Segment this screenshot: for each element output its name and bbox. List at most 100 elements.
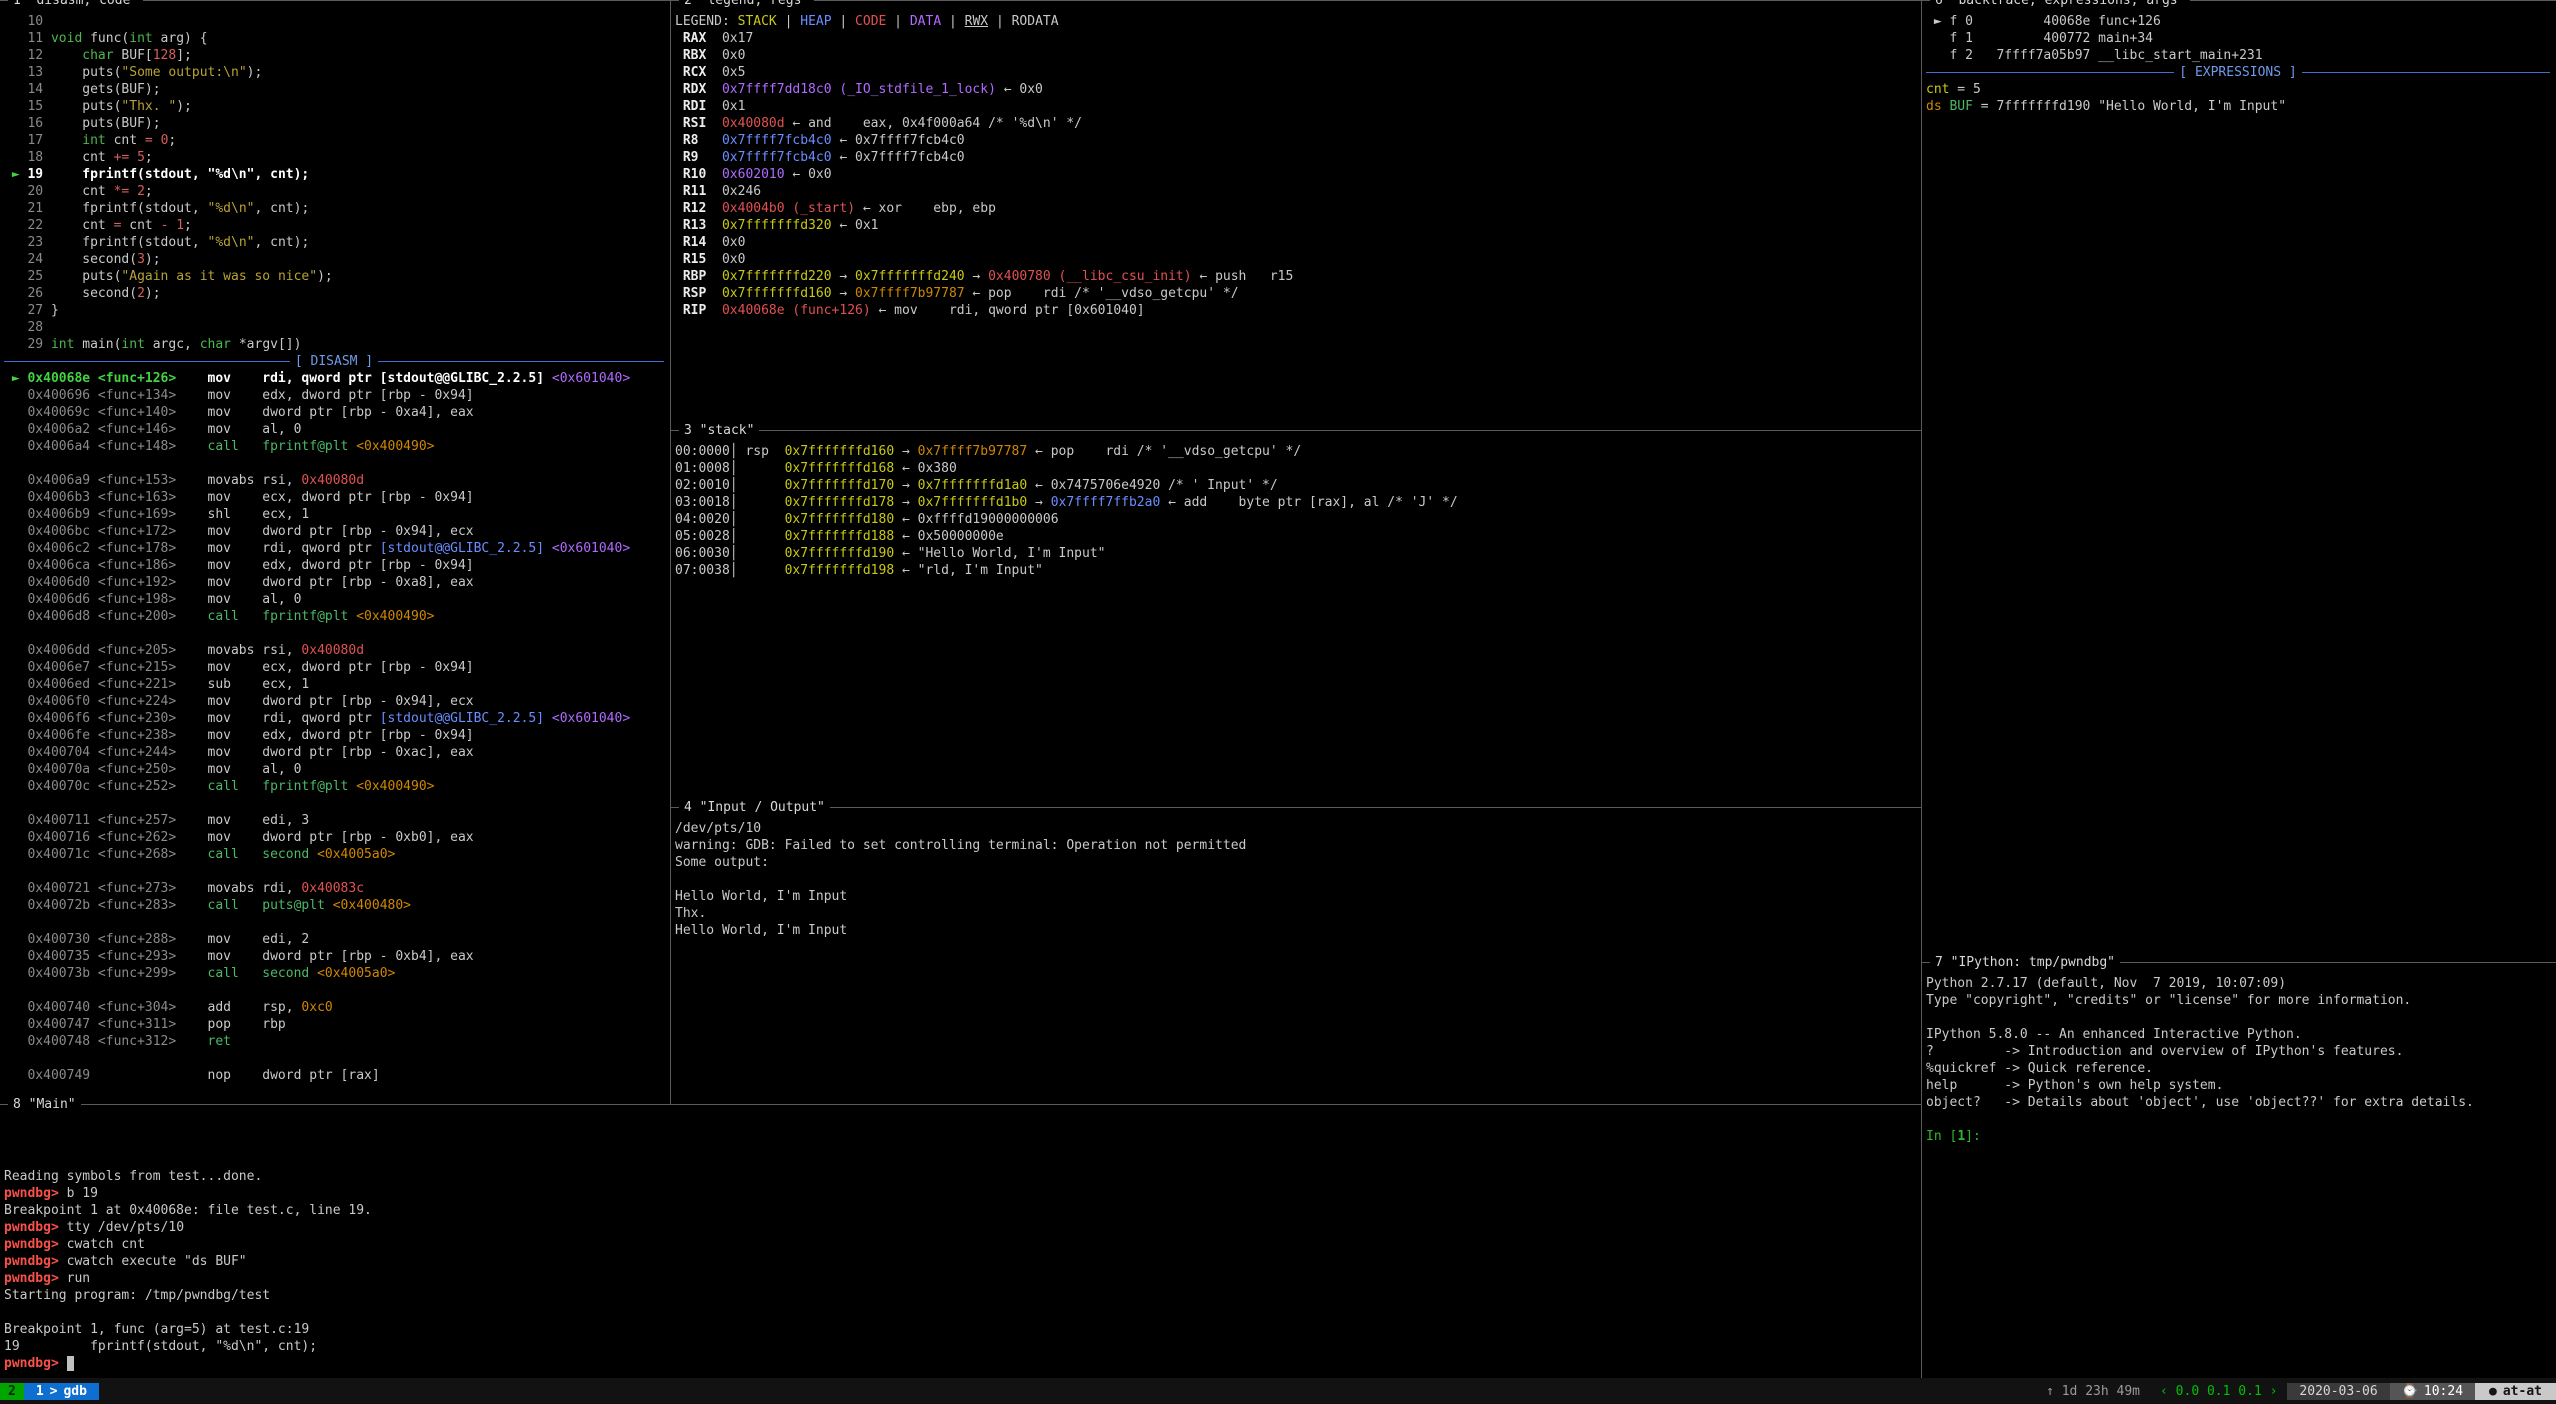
terminal-line	[4, 1134, 1915, 1151]
tmux-terminal-screen: 1 "disasm, code" 10 11 void func(int arg…	[0, 0, 2556, 1404]
terminal-line: R8 0x7ffff7fcb4c0 ← 0x7ffff7fcb4c0	[675, 132, 1915, 149]
terminal-line: R11 0x246	[675, 183, 1915, 200]
terminal-line: 20 cnt *= 2;	[4, 183, 664, 200]
io-listing: /dev/pts/10warning: GDB: Failed to set c…	[675, 820, 1915, 939]
terminal-line	[4, 795, 664, 812]
terminal-line	[4, 1304, 1915, 1321]
terminal-line: 19 fprintf(stdout, "%d\n", cnt);	[4, 1338, 1915, 1355]
pane-backtrace-expressions[interactable]: 6 "backtrace, expressions, args" ► f 0 4…	[1921, 0, 2556, 962]
terminal-line: 0x4006b9 <func+169> shl ecx, 1	[4, 506, 664, 523]
terminal-line: Starting program: /tmp/pwndbg/test	[4, 1287, 1915, 1304]
terminal-line: ► f 0 40068e func+126	[1926, 13, 2550, 30]
terminal-line: 22 cnt = cnt - 1;	[4, 217, 664, 234]
pane-input-output[interactable]: 4 "Input / Output" /dev/pts/10warning: G…	[670, 807, 1921, 1104]
status-left: 2 1>gdb	[0, 1378, 99, 1404]
terminal-line: Type "copyright", "credits" or "license"…	[1926, 992, 2550, 1009]
terminal-line: Reading symbols from test...done.	[4, 1168, 1915, 1185]
terminal-line: 16 puts(BUF);	[4, 115, 664, 132]
ipython-listing: Python 2.7.17 (default, Nov 7 2019, 10:0…	[1926, 975, 2550, 1145]
load-close-bracket: ›	[2270, 1384, 2278, 1399]
terminal-line	[4, 455, 664, 472]
terminal-line: R10 0x602010 ← 0x0	[675, 166, 1915, 183]
terminal-line: RIP 0x40068e (func+126) ← mov rdi, qword…	[675, 302, 1915, 319]
terminal-line: 04:0020│ 0x7fffffffd180 ← 0xffffd1900000…	[675, 511, 1915, 528]
terminal-line: 0x4006a9 <func+153> movabs rsi, 0x40080d	[4, 472, 664, 489]
terminal-line: RBP 0x7fffffffd220 → 0x7fffffffd240 → 0x…	[675, 268, 1915, 285]
pane-title-legend-regs: 2 "legend, regs"	[679, 0, 814, 9]
terminal-line	[4, 863, 664, 880]
terminal-line: f 2 7ffff7a05b97 __libc_start_main+231	[1926, 47, 2550, 64]
disasm-divider-label: [ DISASM ]	[295, 353, 373, 370]
terminal-line: 0x40069c <func+140> mov dword ptr [rbp -…	[4, 404, 664, 421]
terminal-line: 01:0008│ 0x7fffffffd168 ← 0x380	[675, 460, 1915, 477]
terminal-line: Breakpoint 1, func (arg=5) at test.c:19	[4, 1321, 1915, 1338]
terminal-line: 28	[4, 319, 664, 336]
terminal-line	[1926, 1111, 2550, 1128]
terminal-line: 0x400730 <func+288> mov edi, 2	[4, 931, 664, 948]
tmux-window-tab-gdb[interactable]: 1>gdb	[24, 1383, 99, 1400]
terminal-line: pwndbg> tty /dev/pts/10	[4, 1219, 1915, 1236]
terminal-line	[4, 914, 664, 931]
hostname-value: at-at	[2503, 1383, 2542, 1400]
terminal-line	[1926, 1009, 2550, 1026]
terminal-line: 29 int main(int argc, char *argv[])	[4, 336, 664, 353]
terminal-line: R13 0x7fffffffd320 ← 0x1	[675, 217, 1915, 234]
window-index: 1	[36, 1383, 44, 1400]
status-time: ⌚10:24	[2390, 1383, 2475, 1400]
terminal-line: 05:0028│ 0x7fffffffd188 ← 0x50000000e	[675, 528, 1915, 545]
terminal-line	[4, 1117, 1915, 1134]
terminal-line: ds BUF = 7fffffffd190 "Hello World, I'm …	[1926, 98, 2550, 115]
pane-title-disasm-code: 1 "disasm, code"	[8, 0, 143, 9]
terminal-line: pwndbg> b 19	[4, 1185, 1915, 1202]
terminal-line: RCX 0x5	[675, 64, 1915, 81]
terminal-line: ► 19 fprintf(stdout, "%d\n", cnt);	[4, 166, 664, 183]
terminal-line: 0x400749 nop dword ptr [rax]	[4, 1067, 664, 1084]
terminal-line: 0x4006b3 <func+163> mov ecx, dword ptr […	[4, 489, 664, 506]
pane-stack[interactable]: 3 "stack" 00:0000│ rsp 0x7fffffffd160 → …	[670, 430, 1921, 807]
source-listing: 10 11 void func(int arg) { 12 char BUF[1…	[4, 13, 664, 353]
terminal-line: 07:0038│ 0x7fffffffd198 ← "rld, I'm Inpu…	[675, 562, 1915, 579]
load-average: ‹ 0.0 0.1 0.1 ›	[2150, 1383, 2287, 1400]
pane-main-gdb[interactable]: 8 "Main" Reading symbols from test...don…	[0, 1104, 1921, 1378]
terminal-line: 02:0010│ 0x7fffffffd170 → 0x7fffffffd1a0…	[675, 477, 1915, 494]
pane-legend-regs[interactable]: 2 "legend, regs" LEGEND: STACK | HEAP | …	[670, 0, 1921, 430]
terminal-line: 11 void func(int arg) {	[4, 30, 664, 47]
window-separator: >	[50, 1383, 58, 1400]
terminal-line: 13 puts("Some output:\n");	[4, 64, 664, 81]
status-right: ↑ 1d 23h 49m ‹ 0.0 0.1 0.1 › 2020-03-06 …	[2036, 1378, 2556, 1404]
terminal-line: R9 0x7ffff7fcb4c0 ← 0x7ffff7fcb4c0	[675, 149, 1915, 166]
tmux-session-badge[interactable]: 2	[0, 1383, 24, 1400]
terminal-line: 0x4006d8 <func+200> call fprintf@plt <0x…	[4, 608, 664, 625]
pane-title-stack: 3 "stack"	[679, 422, 759, 439]
terminal-line	[675, 871, 1915, 888]
pane-ipython[interactable]: 7 "IPython: tmp/pwndbg" Python 2.7.17 (d…	[1921, 962, 2556, 1378]
terminal-line: 0x4006ca <func+186> mov edx, dword ptr […	[4, 557, 664, 574]
terminal-line: 0x4006ed <func+221> sub ecx, 1	[4, 676, 664, 693]
terminal-line: 15 puts("Thx. ");	[4, 98, 664, 115]
terminal-line: 21 fprintf(stdout, "%d\n", cnt);	[4, 200, 664, 217]
terminal-line: 0x4006a4 <func+148> call fprintf@plt <0x…	[4, 438, 664, 455]
terminal-line: pwndbg> cwatch execute "ds BUF"	[4, 1253, 1915, 1270]
terminal-line: 0x4006f6 <func+230> mov rdi, qword ptr […	[4, 710, 664, 727]
disasm-divider: [ DISASM ]	[4, 353, 664, 370]
terminal-line: 26 second(2);	[4, 285, 664, 302]
terminal-line: 25 puts("Again as it was so nice");	[4, 268, 664, 285]
terminal-line: 0x400748 <func+312> ret	[4, 1033, 664, 1050]
terminal-line: R14 0x0	[675, 234, 1915, 251]
tmux-status-bar: 2 1>gdb ↑ 1d 23h 49m ‹ 0.0 0.1 0.1 › 202…	[0, 1378, 2556, 1404]
terminal-line: 0x40073b <func+299> call second <0x4005a…	[4, 965, 664, 982]
terminal-line: 0x400716 <func+262> mov dword ptr [rbp -…	[4, 829, 664, 846]
terminal-line: ? -> Introduction and overview of IPytho…	[1926, 1043, 2550, 1060]
terminal-line: RSP 0x7fffffffd160 → 0x7ffff7b97787 ← po…	[675, 285, 1915, 302]
terminal-line: help -> Python's own help system.	[1926, 1077, 2550, 1094]
terminal-line: RSI 0x40080d ← and eax, 0x4f000a64 /* '%…	[675, 115, 1915, 132]
terminal-line: 0x40072b <func+283> call puts@plt <0x400…	[4, 897, 664, 914]
terminal-line: 18 cnt += 5;	[4, 149, 664, 166]
pane-title-main: 8 "Main"	[8, 1096, 81, 1113]
terminal-line: 0x4006dd <func+205> movabs rsi, 0x40080d	[4, 642, 664, 659]
terminal-line: 0x400696 <func+134> mov edx, dword ptr […	[4, 387, 664, 404]
terminal-line: Breakpoint 1 at 0x40068e: file test.c, l…	[4, 1202, 1915, 1219]
expressions-listing: cnt = 5ds BUF = 7fffffffd190 "Hello Worl…	[1926, 81, 2550, 115]
pane-disasm-code[interactable]: 1 "disasm, code" 10 11 void func(int arg…	[0, 0, 670, 1104]
terminal-line: 12 char BUF[128];	[4, 47, 664, 64]
